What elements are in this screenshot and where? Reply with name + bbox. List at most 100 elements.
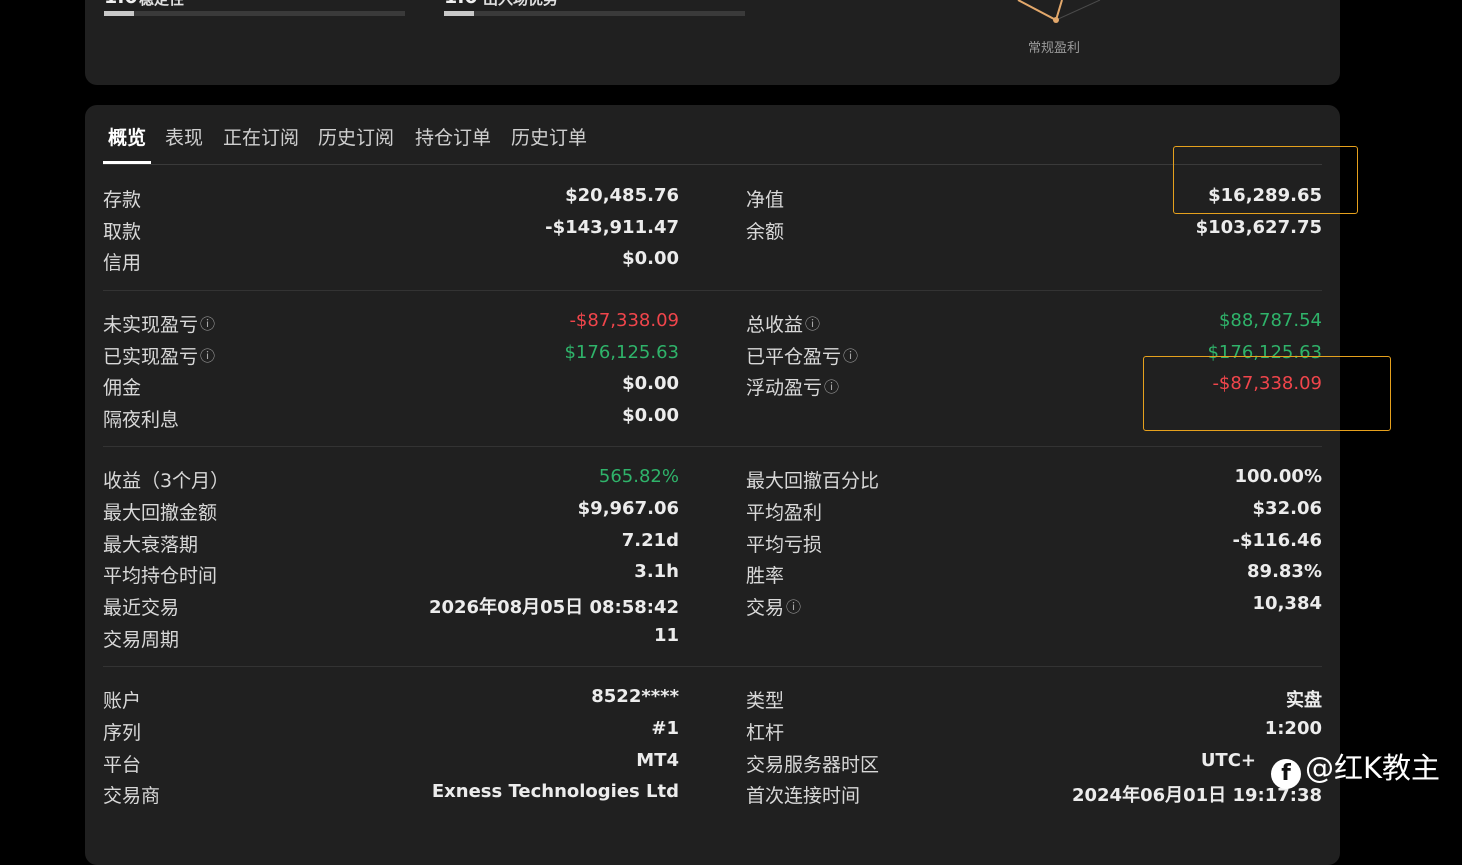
stat-label: 最近交易 xyxy=(103,597,180,619)
stability-label: 稳定性 xyxy=(139,0,184,9)
stat-value: -$116.46 xyxy=(1232,530,1322,551)
watermark-text: @红K教主 xyxy=(1305,751,1441,785)
stat-value: 10,384 xyxy=(1252,593,1322,614)
equity-highlight-box xyxy=(1173,146,1358,214)
stat-label: 隔夜利息 xyxy=(103,409,180,431)
stat-row-avg-profit: 平均盈利 $32.06 xyxy=(746,498,1322,524)
stat-row-credit: 信用 $0.00 xyxy=(103,248,679,274)
tab-performance[interactable]: 表现 xyxy=(165,123,203,150)
info-icon[interactable]: ⓘ xyxy=(805,315,820,333)
info-icon[interactable]: ⓘ xyxy=(843,347,858,365)
trader-summary-card: 1.0 稳定性 1.0 出入场优势 xyxy=(85,0,1340,85)
stat-label: 最大衰落期 xyxy=(103,534,199,556)
stat-row-trading-cycle: 交易周期 11 xyxy=(103,625,679,651)
stat-label: 已实现盈亏 ⓘ xyxy=(103,346,216,368)
stat-row-first-connection: 首次连接时间 2024年06月01日 19:17:38 xyxy=(746,781,1322,807)
stat-label: 信用 xyxy=(103,252,142,274)
stat-value: $32.06 xyxy=(1252,498,1322,519)
tab-overview[interactable]: 概览 xyxy=(108,123,146,150)
stat-value: Exness Technologies Ltd xyxy=(431,781,679,802)
stat-label: 胜率 xyxy=(746,565,785,587)
stat-row-sequence: 序列 #1 xyxy=(103,718,679,744)
stat-row-last-trade: 最近交易 2026年08月05日 08:58:42 xyxy=(103,593,679,619)
stat-label: 交易 ⓘ xyxy=(746,597,802,619)
stat-row-deposit: 存款 $20,485.76 xyxy=(103,185,679,211)
entry-exit-bar-fill xyxy=(444,11,475,16)
stat-row-withdrawal: 取款 -$143,911.47 xyxy=(103,217,679,243)
stat-value: $0.00 xyxy=(622,248,679,269)
stat-label: 平台 xyxy=(103,754,142,776)
stat-row-max-decline-period: 最大衰落期 7.21d xyxy=(103,530,679,556)
stat-row-realized-pnl: 已实现盈亏 ⓘ $176,125.63 xyxy=(103,342,679,368)
stat-label: 序列 xyxy=(103,722,142,744)
stat-label: 交易服务器时区 xyxy=(746,754,880,776)
stat-label: 账户 xyxy=(103,690,142,712)
info-icon[interactable]: ⓘ xyxy=(786,598,801,616)
stat-value: 2026年08月05日 08:58:42 xyxy=(428,597,679,618)
floating-pnl-highlight-box xyxy=(1143,356,1391,431)
tab-history-subscriptions[interactable]: 历史订阅 xyxy=(318,123,394,150)
stat-value: $103,627.75 xyxy=(1195,217,1322,238)
section-divider xyxy=(103,290,1322,291)
stat-row-avg-holding-time: 平均持仓时间 3.1h xyxy=(103,561,679,587)
entry-exit-label: 出入场优势 xyxy=(483,0,558,9)
stat-label: 余额 xyxy=(746,221,785,243)
stat-value: $0.00 xyxy=(622,405,679,426)
stat-label: 平均亏损 xyxy=(746,534,823,556)
section-divider xyxy=(103,666,1322,667)
radar-point xyxy=(1053,17,1059,23)
radar-shape xyxy=(1017,0,1063,22)
tabs-divider xyxy=(103,164,1322,165)
stat-label: 净值 xyxy=(746,189,785,211)
watermark-logo-icon: f xyxy=(1271,759,1301,789)
stat-value: $88,787.54 xyxy=(1218,310,1322,331)
stat-value: MT4 xyxy=(636,750,679,771)
stat-value: 实盘 xyxy=(1286,690,1322,711)
stat-label: 类型 xyxy=(746,690,785,712)
stat-label: 交易商 xyxy=(103,785,161,807)
stat-label: 总收益 ⓘ xyxy=(746,314,821,336)
stat-label: 存款 xyxy=(103,189,142,211)
stat-row-server-timezone: 交易服务器时区 UTC+ xyxy=(746,750,1322,776)
stat-value: $0.00 xyxy=(622,373,679,394)
stat-row-max-drawdown-amount: 最大回撤金额 $9,967.06 xyxy=(103,498,679,524)
stat-row-return-3m: 收益（3个月） 565.82% xyxy=(103,466,679,492)
stat-label: 未实现盈亏 ⓘ xyxy=(103,314,216,336)
radar-axis xyxy=(1055,0,1101,21)
stat-label: 平均盈利 xyxy=(746,502,823,524)
stat-row-commission: 佣金 $0.00 xyxy=(103,373,679,399)
stability-bar xyxy=(104,11,405,16)
stat-value: 11 xyxy=(653,625,679,646)
stat-label: 交易周期 xyxy=(103,629,180,651)
stat-row-total-profit: 总收益 ⓘ $88,787.54 xyxy=(746,310,1322,336)
stat-label: 浮动盈亏 ⓘ xyxy=(746,377,840,399)
section-divider xyxy=(103,446,1322,447)
entry-exit-score: 1.0 xyxy=(444,0,478,8)
entry-exit-bar xyxy=(444,11,745,16)
watermark: f @红K教主 xyxy=(1271,745,1441,789)
stat-row-avg-loss: 平均亏损 -$116.46 xyxy=(746,530,1322,556)
stat-value: 1:200 xyxy=(1264,718,1322,739)
stat-label: 取款 xyxy=(103,221,142,243)
stat-value: $20,485.76 xyxy=(565,185,679,206)
stat-row-platform: 平台 MT4 xyxy=(103,750,679,776)
account-overview-card: 概览 表现 正在订阅 历史订阅 持仓订单 历史订单 存款 $20,485.76 … xyxy=(85,105,1340,865)
info-icon[interactable]: ⓘ xyxy=(824,378,839,396)
stat-row-swap: 隔夜利息 $0.00 xyxy=(103,405,679,431)
tab-order-history[interactable]: 历史订单 xyxy=(511,123,587,150)
stat-row-balance: 余额 $103,627.75 xyxy=(746,217,1322,243)
stat-label: 已平仓盈亏 ⓘ xyxy=(746,346,859,368)
stat-row-unrealized-pnl: 未实现盈亏 ⓘ -$87,338.09 xyxy=(103,310,679,336)
info-icon[interactable]: ⓘ xyxy=(200,315,215,333)
stat-row-win-rate: 胜率 89.83% xyxy=(746,561,1322,587)
stat-value: UTC+ xyxy=(1200,750,1256,771)
radar-chart xyxy=(1017,0,1101,23)
stat-value: 100.00% xyxy=(1234,466,1323,487)
tab-active-subscriptions[interactable]: 正在订阅 xyxy=(223,123,299,150)
tab-open-positions[interactable]: 持仓订单 xyxy=(415,123,491,150)
stat-label: 收益（3个月） xyxy=(103,470,230,492)
stat-row-leverage: 杠杆 1:200 xyxy=(746,718,1322,744)
info-icon[interactable]: ⓘ xyxy=(200,347,215,365)
stat-label: 佣金 xyxy=(103,377,142,399)
stat-value: #1 xyxy=(651,718,679,739)
